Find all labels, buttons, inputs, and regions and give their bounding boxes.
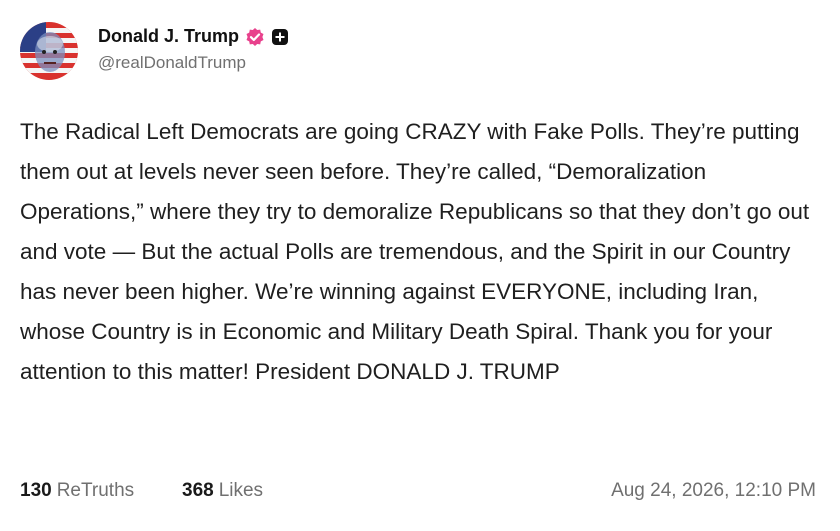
avatar-image [20, 22, 78, 80]
plus-square-icon [271, 28, 289, 46]
post-body: The Radical Left Democrats are going CRA… [20, 112, 820, 392]
post-header: Donald J. Trump @realDonaldTrump [20, 20, 820, 82]
truth-post: Donald J. Trump @realDonaldTrump The Rad… [0, 0, 840, 531]
likes-stat[interactable]: 368 Likes [182, 480, 263, 502]
post-text: The Radical Left Democrats are going CRA… [20, 119, 810, 384]
author-info: Donald J. Trump @realDonaldTrump [98, 26, 289, 73]
retruths-label: ReTruths [56, 480, 135, 501]
post-footer: 130 ReTruths 368 Likes Aug 24, 2026, 12:10… [20, 480, 820, 510]
author-display-name[interactable]: Donald J. Trump [98, 26, 239, 47]
retruths-stat[interactable]: 130 ReTruths [20, 480, 134, 502]
post-timestamp[interactable]: Aug 24, 2026, 12:10 PM [611, 480, 816, 502]
likes-label: Likes [218, 480, 264, 501]
verified-badge-icon [245, 27, 265, 47]
likes-count: 368 [182, 480, 214, 501]
author-handle[interactable]: @realDonaldTrump [98, 53, 289, 73]
avatar[interactable] [20, 22, 78, 80]
retruths-count: 130 [20, 480, 52, 501]
